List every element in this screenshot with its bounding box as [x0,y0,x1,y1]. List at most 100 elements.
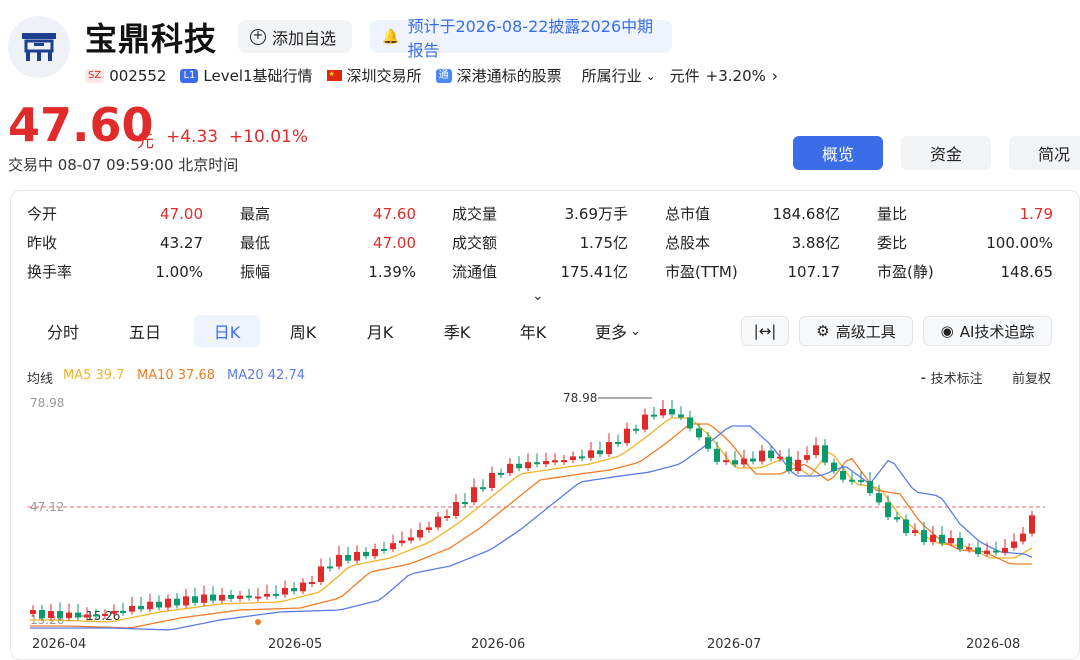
period-label: 月K [366,323,394,342]
stat-label: 流通值 [452,263,498,281]
report-notice-text: 预计于2026-08-22披露2026中期报告 [407,16,654,60]
code-text: 002552 [109,66,167,85]
stat-value: 148.65 [1000,263,1054,281]
chart-mark-icon: ⁃ [920,372,931,387]
stat-value: 175.41亿 [560,263,629,281]
ma5-legend: MA5 39.7 [63,368,125,383]
x-axis-label: 2026-07 [707,637,762,652]
ai-tracking-button[interactable]: ◉ AI技术追踪 [923,316,1052,346]
plus-circle-icon: + [250,28,266,45]
industry-label: 所属行业 [581,67,642,85]
y-axis-bottom: 15.26 [30,613,65,627]
quote-panel [10,190,1080,660]
stat-label: 总市值 [665,205,711,223]
stat-label: 换手率 [27,263,73,281]
period-tab[interactable]: 周K [270,315,336,347]
logo-icon [22,33,56,61]
ma20-legend: MA20 42.74 [227,368,305,383]
tab-overview[interactable]: 概览 [793,136,883,170]
level-badge: L1 [180,68,199,83]
industry-change: +3.20% [705,66,766,85]
period-label: 年K [519,323,547,342]
chevron-right-icon: › [771,66,778,85]
stat-label: 量比 [877,205,908,223]
report-notice[interactable]: 🔔 预计于2026-08-22披露2026中期报告 [370,17,672,60]
period-tab[interactable]: 五日 [112,315,178,347]
industry-link[interactable]: 元件 +3.20% › [670,65,778,86]
expand-stats-icon[interactable]: ⌄ [532,288,544,304]
add-watchlist-button[interactable]: + 添加自选 [238,20,352,53]
market-badge: SZ [85,68,105,83]
period-label: 五日 [128,323,161,342]
chevron-down-icon: ⌄ [630,323,641,339]
period-label: 更多 [595,323,628,342]
industry-name: 元件 [669,67,700,85]
connect-badge: 通 [435,68,452,83]
ma10-legend: MA10 37.68 [137,368,215,383]
stat-label: 最高 [240,205,271,223]
x-axis-label: 2026-04 [32,637,87,652]
tab-profile[interactable]: 简况 [1009,136,1080,170]
chevron-down-icon: ⌄ [645,68,656,83]
period-tab[interactable]: 季K [424,315,490,347]
level-tag[interactable]: L1 Level1基础行情 [180,65,313,86]
x-axis-label: 2026-06 [471,637,526,652]
level-text: Level1基础行情 [203,67,313,85]
change-pct: +10.01% [228,127,308,147]
x-axis-label: 2026-08 [966,637,1021,652]
stock-name: 宝鼎科技 [85,20,218,58]
stat-value: 47.00 [373,234,416,252]
stat-value: 1.39% [368,263,416,281]
period-tab[interactable]: 更多 ⌄ [578,315,658,347]
y-axis-mid: 47.12 [30,500,65,514]
period-tab[interactable]: 年K [500,315,566,347]
tab-funds[interactable]: 资金 [901,136,991,170]
period-tab[interactable]: 分时 [30,315,96,347]
stat-value: 43.27 [160,234,203,252]
period-label: 周K [289,323,317,342]
stat-label: 今开 [27,205,58,223]
stat-value: 1.79 [1019,205,1053,223]
stat-value: 184.68亿 [772,205,841,223]
connect-tag[interactable]: 通 深港通标的股票 [435,65,562,86]
price-change: +4.33 +10.01% [166,127,308,147]
bell-icon: 🔔 [382,28,400,45]
period-tab[interactable]: 月K [347,315,413,347]
tech-mark-label: 技术标注 [930,372,983,387]
industry-dropdown[interactable]: 所属行业 ⌄ [582,65,656,86]
stat-label: 市盈(静) [877,263,934,281]
connect-text: 深港通标的股票 [456,67,562,85]
stat-value: 1.75亿 [579,234,628,252]
stat-value: 47.00 [160,205,203,223]
width-toggle-icon: |↔| [753,322,777,340]
advanced-tools-button[interactable]: ⚙ 高级工具 [799,316,913,346]
tools-icon: ⚙ [816,322,830,340]
period-label: 分时 [46,323,79,342]
stat-label: 昨收 [27,234,58,252]
current-price: 47.60 [8,98,154,152]
stat-value: 107.17 [787,263,841,281]
adjust-toggle[interactable]: 前复权 [1012,368,1051,387]
change-value: +4.33 [166,127,219,147]
period-tab[interactable]: 日K [194,315,260,347]
stat-label: 成交量 [452,205,498,223]
stat-label: 委比 [877,234,908,252]
ma-label: 均线 [27,372,54,387]
ai-tracking-label: AI技术追踪 [959,322,1035,341]
exchange-tag[interactable]: ★ 深圳交易所 [326,65,422,86]
trading-status: 交易中 08-07 09:59:00 北京时间 [8,156,239,174]
stat-value: 100.00% [986,234,1053,252]
stock-tags: SZ 002552 L1 Level1基础行情 ★ 深圳交易所 通 深港通标的股… [85,65,792,86]
stat-label: 总股本 [665,234,711,252]
width-toggle-button[interactable]: |↔| [741,316,789,346]
company-logo [8,16,70,78]
stat-value: 3.69万手 [564,205,628,223]
stat-value: 1.00% [155,263,203,281]
period-label: 季K [443,323,471,342]
exchange-text: 深圳交易所 [346,67,422,85]
stat-value: 3.88亿 [791,234,840,252]
china-flag-icon: ★ [326,70,342,81]
ai-icon: ◉ [940,322,954,340]
tech-mark-toggle[interactable]: ⁃ 技术标注 [920,368,983,387]
x-axis-label: 2026-05 [268,637,323,652]
